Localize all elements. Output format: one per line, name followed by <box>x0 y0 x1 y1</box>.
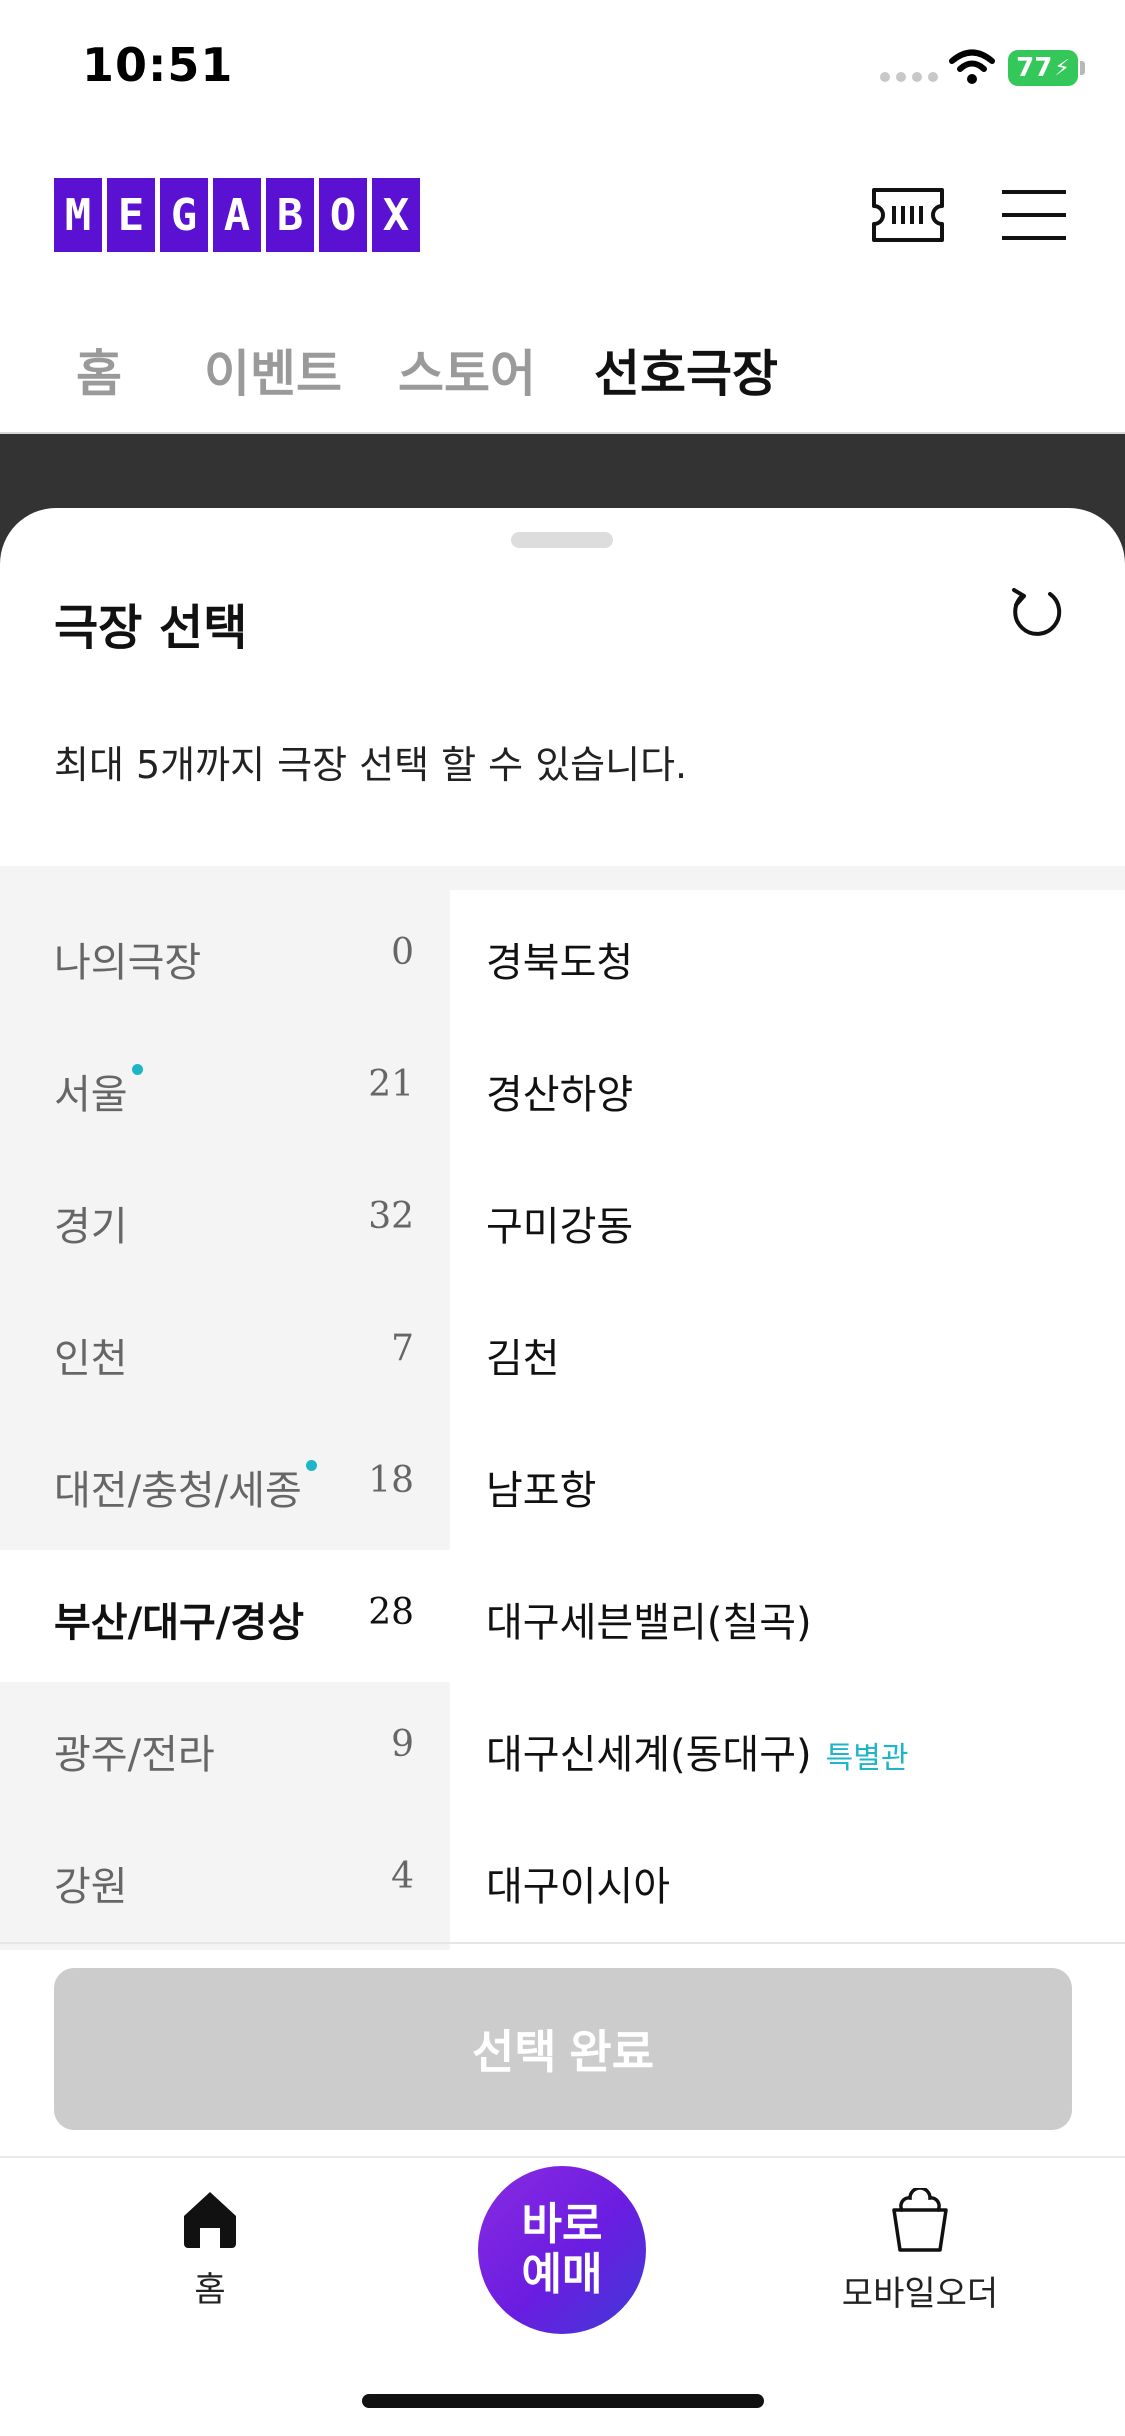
sheet-description: 최대 5개까지 극장 선택 할 수 있습니다. <box>54 743 688 787</box>
theater-name: 경산하양 <box>486 1072 634 1118</box>
theater-name: 김천 <box>486 1336 560 1382</box>
home-icon <box>184 2192 236 2248</box>
theater-name: 구미강동 <box>486 1204 634 1250</box>
region-name: 대전/충청/세종 <box>54 1458 317 1516</box>
logo-letter: A <box>213 178 261 252</box>
ticket-icon[interactable] <box>870 186 946 244</box>
tab-event[interactable]: 이벤트 <box>204 334 342 406</box>
megabox-logo[interactable]: M E G A B O X <box>54 178 420 252</box>
logo-letter: G <box>160 178 208 252</box>
region-name: 광주/전라 <box>54 1732 215 1778</box>
theater-item[interactable]: 대구세븐밸리(칠곡) <box>450 1550 1125 1682</box>
footer-divider <box>0 1942 1125 1944</box>
status-time: 10:51 <box>82 38 234 92</box>
refresh-icon[interactable] <box>1004 580 1068 644</box>
home-indicator <box>362 2394 764 2408</box>
logo-letter: M <box>54 178 102 252</box>
region-name: 강원 <box>54 1864 128 1910</box>
menu-icon[interactable] <box>1000 188 1068 242</box>
theater-item[interactable]: 김천 <box>450 1286 1125 1418</box>
bottom-tab-order-label: 모바일오더 <box>841 2274 999 2314</box>
logo-letter: E <box>107 178 155 252</box>
sheet-title: 극장 선택 <box>54 600 248 656</box>
region-count: 9 <box>391 1724 414 1765</box>
wifi-icon <box>949 49 995 84</box>
theater-item[interactable]: 대구이시아 <box>450 1814 1125 1946</box>
region-item[interactable]: 광주/전라 9 <box>0 1682 450 1814</box>
logo-letter: B <box>266 178 314 252</box>
region-count: 7 <box>391 1328 414 1369</box>
battery-level: 77 <box>1016 53 1053 83</box>
region-count: 18 <box>368 1460 414 1501</box>
region-name: 부산/대구/경상 <box>54 1600 305 1646</box>
region-item[interactable]: 나의극장 0 <box>0 890 450 1022</box>
tab-favorite-theater[interactable]: 선호극장 <box>594 334 778 406</box>
bottom-tab-home-label: 홈 <box>194 2270 226 2310</box>
theater-list: 경북도청 경산하양 구미강동 김천 남포항 대구세븐밸리(칠곡) 대구신세계(동… <box>450 890 1125 1950</box>
battery-cap <box>1080 61 1085 75</box>
theater-item[interactable]: 경북도청 <box>450 890 1125 1022</box>
region-item[interactable]: 경기 32 <box>0 1154 450 1286</box>
theater-name: 대구이시아 <box>486 1864 670 1910</box>
theater-item[interactable]: 남포항 <box>450 1418 1125 1550</box>
main-nav-tabs: 홈 이벤트 스토어 선호극장 <box>0 320 1125 430</box>
bottom-tab-mobile-order[interactable]: 모바일오더 <box>820 2186 1020 2315</box>
new-dot-icon <box>131 1064 143 1075</box>
region-count: 28 <box>368 1592 414 1633</box>
quick-booking-label: 바로 예매 <box>521 2199 603 2300</box>
region-name: 경기 <box>54 1204 128 1250</box>
region-item[interactable]: 대전/충청/세종 18 <box>0 1418 450 1550</box>
region-count: 0 <box>391 932 414 973</box>
sheet-grabber[interactable] <box>511 532 613 548</box>
theater-select-sheet: 극장 선택 최대 5개까지 극장 선택 할 수 있습니다. 나의극장 0 서울 … <box>0 508 1125 2158</box>
theater-name: 대구신세계(동대구) 특별관 <box>486 1732 909 1778</box>
region-item[interactable]: 강원 4 <box>0 1814 450 1946</box>
region-list: 나의극장 0 서울 21 경기 32 인천 7 대전/충청/세종 18 부산/대… <box>0 890 450 1950</box>
region-item-selected[interactable]: 부산/대구/경상 28 <box>0 1550 450 1682</box>
region-count: 32 <box>368 1196 414 1237</box>
theater-item[interactable]: 구미강동 <box>450 1154 1125 1286</box>
cellular-signal-icon <box>880 72 938 82</box>
region-name: 인천 <box>54 1336 128 1382</box>
quick-booking-button[interactable]: 바로 예매 <box>478 2166 646 2334</box>
logo-letter: O <box>319 178 367 252</box>
theater-name: 남포항 <box>486 1468 597 1514</box>
logo-letter: X <box>372 178 420 252</box>
confirm-selection-button[interactable]: 선택 완료 <box>54 1968 1072 2130</box>
theater-name: 대구세븐밸리(칠곡) <box>486 1600 812 1646</box>
region-item[interactable]: 인천 7 <box>0 1286 450 1418</box>
theater-item[interactable]: 경산하양 <box>450 1022 1125 1154</box>
section-divider <box>0 866 1125 890</box>
theater-item[interactable]: 대구신세계(동대구) 특별관 <box>450 1682 1125 1814</box>
tab-store[interactable]: 스토어 <box>398 334 536 406</box>
bottom-tab-home[interactable]: 홈 <box>160 2188 260 2311</box>
region-count: 21 <box>368 1064 414 1105</box>
tab-home[interactable]: 홈 <box>76 334 122 406</box>
new-dot-icon <box>305 1460 317 1471</box>
theater-name: 경북도청 <box>486 940 634 986</box>
region-name: 나의극장 <box>54 940 202 986</box>
battery-icon: 77 ⚡ <box>1008 50 1078 86</box>
status-bar: 10:51 77 ⚡ <box>0 0 1125 140</box>
region-count: 4 <box>391 1856 414 1897</box>
region-name: 서울 <box>54 1062 143 1120</box>
region-item[interactable]: 서울 21 <box>0 1022 450 1154</box>
special-hall-badge: 특별관 <box>825 1741 909 1776</box>
popcorn-icon <box>892 2186 948 2252</box>
